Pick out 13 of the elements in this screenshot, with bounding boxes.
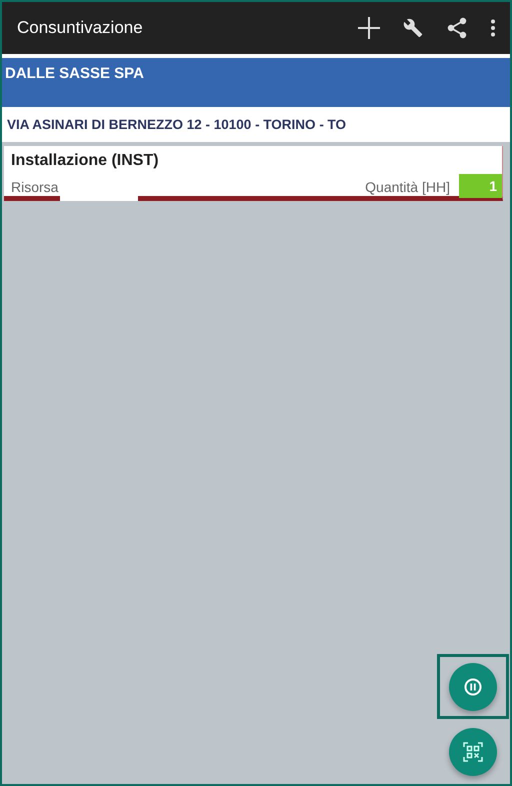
- qr-scan-icon: [463, 742, 483, 762]
- customer-address: VIA ASINARI DI BERNEZZO 12 - 10100 - TORINO - TO: [7, 117, 346, 132]
- scan-button[interactable]: [449, 728, 497, 776]
- more-icon: [490, 19, 496, 37]
- customer-name: DALLE SASSE SPA: [5, 65, 144, 82]
- add-button[interactable]: [356, 15, 382, 41]
- pause-icon: [464, 678, 482, 696]
- toolbar-title: Consuntivazione: [17, 18, 144, 38]
- pause-button[interactable]: [449, 662, 497, 710]
- quantity-label: Quantità [HH]: [365, 178, 450, 196]
- activity-title: Installazione (INST): [11, 152, 160, 170]
- resource-label: Risorsa: [11, 178, 58, 196]
- activity-card[interactable]: Installazione (INST) Risorsa Quantità [HH] 1: [4, 146, 503, 201]
